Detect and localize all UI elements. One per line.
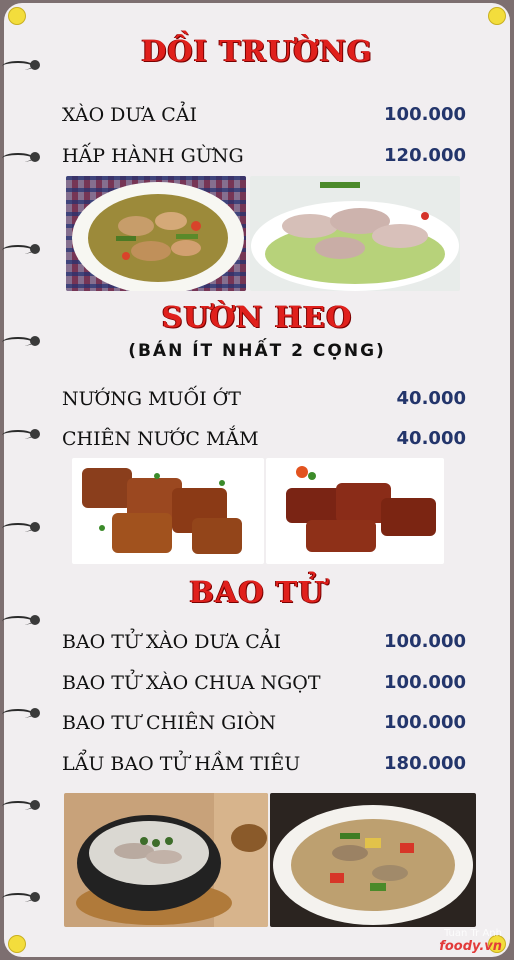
item-name: BAO TỬ XÀO DƯA CẢI	[62, 631, 281, 653]
section-subtitle: (BÁN ÍT NHẤT 2 CỌNG)	[128, 341, 386, 361]
item-price: 100.000	[384, 631, 466, 652]
binder-ring-icon	[0, 706, 40, 720]
menu-item: XÀO DƯA CẢI 100.000	[62, 104, 466, 132]
item-name: BAO TỬ XÀO CHUA NGỌT	[62, 672, 321, 694]
corner-dot-top-left	[8, 7, 26, 25]
food-photo-steamed-sausage	[250, 176, 460, 291]
item-price: 180.000	[384, 753, 466, 774]
food-photo-sweet-sour	[270, 793, 476, 927]
item-price: 40.000	[396, 428, 466, 449]
item-price: 100.000	[384, 104, 466, 125]
corner-dot-bottom-left	[8, 935, 26, 953]
menu-item: BAO TƯ CHIÊN GIÒN 100.000	[62, 712, 466, 740]
item-name: BAO TƯ CHIÊN GIÒN	[62, 712, 277, 734]
binder-ring-icon	[0, 150, 40, 164]
menu-item: BAO TỬ XÀO CHUA NGỌT 100.000	[62, 672, 466, 700]
binder-ring-icon	[0, 520, 40, 534]
food-photo-fried-ribs	[72, 458, 264, 564]
binder-ring-icon	[0, 242, 40, 256]
item-price: 100.000	[384, 712, 466, 733]
food-photo-glazed-ribs	[266, 458, 444, 564]
item-name: XÀO DƯA CẢI	[62, 104, 197, 126]
item-price: 100.000	[384, 672, 466, 693]
binder-ring-icon	[0, 890, 40, 904]
menu-item: BAO TỬ XÀO DƯA CẢI 100.000	[62, 631, 466, 659]
menu-item: HẤP HÀNH GỪNG 120.000	[62, 145, 466, 173]
item-name: NƯỚNG MUỐI ỚT	[62, 388, 241, 410]
binder-ring-icon	[0, 613, 40, 627]
item-name: CHIÊN NƯỚC MẮM	[62, 428, 259, 450]
menu-item: CHIÊN NƯỚC MẮM 40.000	[62, 428, 466, 456]
corner-dot-top-right	[488, 7, 506, 25]
section-title-suon-heo: SƯỜN HEO	[161, 300, 353, 334]
item-name: HẤP HÀNH GỪNG	[62, 145, 244, 167]
binder-ring-icon	[0, 798, 40, 812]
menu-item: LẨU BAO TỬ HẦM TIÊU 180.000	[62, 753, 466, 781]
menu-item: NƯỚNG MUỐI ỚT 40.000	[62, 388, 466, 416]
watermark-author: Tuan Tr Anh	[443, 928, 502, 939]
item-price: 40.000	[396, 388, 466, 409]
binder-ring-icon	[0, 427, 40, 441]
watermark-brand-logo: foody.vn	[439, 939, 502, 954]
item-price: 120.000	[384, 145, 466, 166]
section-title-bao-tu: BAO TỬ	[189, 575, 325, 609]
food-photo-clay-pot	[64, 793, 268, 927]
watermark: Tuan Tr Anh foody.vn	[439, 928, 502, 954]
section-title-doi-truong: DỒI TRƯỜNG	[141, 34, 373, 68]
item-name: LẨU BAO TỬ HẦM TIÊU	[62, 753, 301, 775]
food-photo-stirfry	[66, 176, 246, 291]
